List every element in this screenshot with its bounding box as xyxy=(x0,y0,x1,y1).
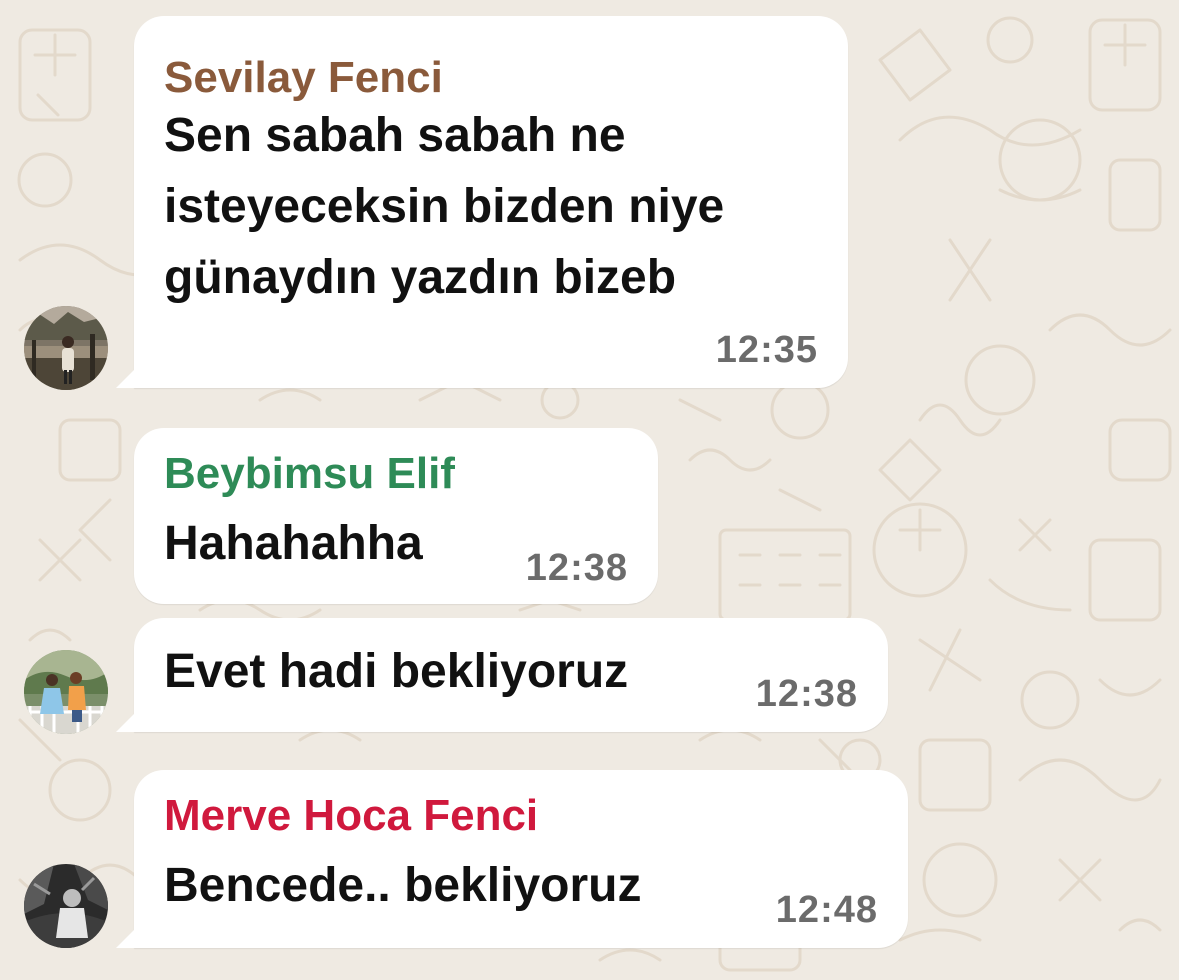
sender-name: Beybimsu Elif xyxy=(164,449,455,498)
message-text-line: isteyeceksin bizden niye xyxy=(164,180,725,233)
message-timestamp: 12:38 xyxy=(525,547,628,589)
message-text-line: günaydın yazdın bizeb xyxy=(164,251,677,304)
message-timestamp: 12:48 xyxy=(775,889,878,931)
message-timestamp: 12:35 xyxy=(715,329,818,371)
profile-photo-icon xyxy=(24,650,108,734)
message-bubble[interactable]: Evet hadi bekliyoruz 12:38 xyxy=(134,618,888,732)
message-text-line: Evet hadi bekliyoruz xyxy=(164,645,629,698)
message-text-line: Bencede.. bekliyoruz xyxy=(164,859,642,912)
avatar[interactable] xyxy=(24,864,108,948)
message-bubble[interactable]: Sevilay Fenci Sen sabah sabah ne isteyec… xyxy=(134,16,848,388)
message-bubble[interactable]: Merve Hoca Fenci Bencede.. bekliyoruz 12… xyxy=(134,770,908,948)
message-text-line: Sen sabah sabah ne xyxy=(164,109,626,162)
profile-photo-icon xyxy=(24,306,108,390)
message-timestamp: 12:38 xyxy=(755,673,858,715)
message-bubble[interactable]: Beybimsu Elif Hahahahha 12:38 xyxy=(134,428,658,604)
sender-name: Sevilay Fenci xyxy=(164,53,443,102)
profile-photo-icon xyxy=(24,864,108,948)
chat-message-list[interactable]: Sevilay Fenci Sen sabah sabah ne isteyec… xyxy=(0,0,1179,980)
avatar[interactable] xyxy=(24,306,108,390)
sender-name: Merve Hoca Fenci xyxy=(164,791,539,840)
avatar[interactable] xyxy=(24,650,108,734)
message-text-line: Hahahahha xyxy=(164,517,423,570)
